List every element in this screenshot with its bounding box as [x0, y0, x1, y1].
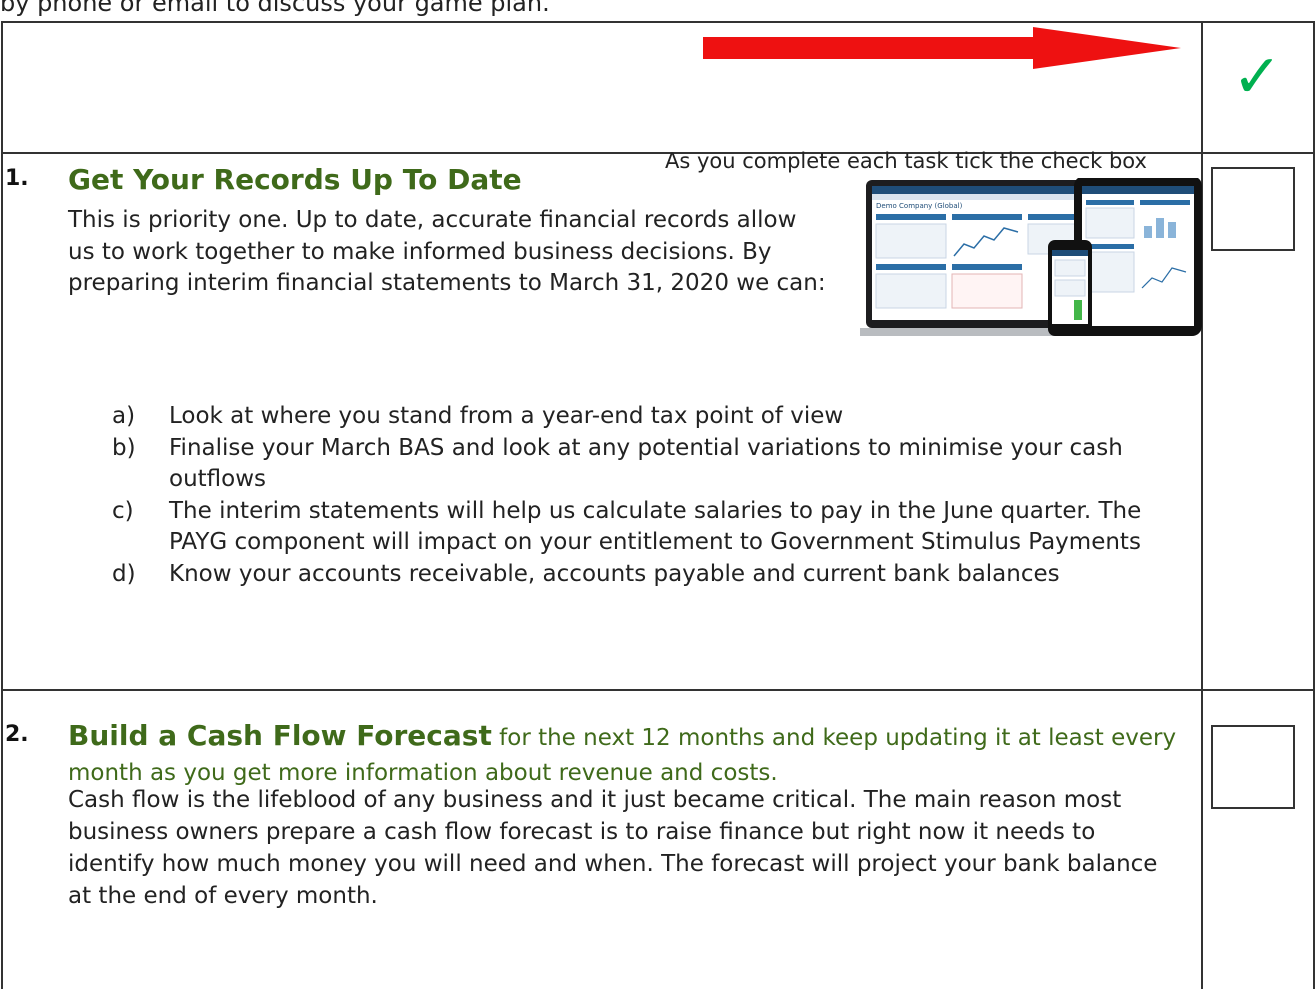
list-item: d) Know your accounts receivable, account…	[112, 560, 1060, 587]
task-checkbox-1[interactable]	[1211, 167, 1295, 251]
task-checkbox-2[interactable]	[1211, 725, 1295, 809]
red-arrow-icon	[703, 27, 1181, 69]
check-mark-icon: ✓	[1232, 42, 1283, 112]
table-border-left	[1, 21, 3, 989]
section-number: 1.	[5, 166, 29, 191]
list-item: b) Finalise your March BAS and look at an…	[112, 434, 1123, 493]
section-title: Build a Cash Flow Forecast for the next …	[68, 719, 1177, 786]
section-intro: This is priority one. Up to date, accura…	[68, 207, 826, 296]
document-page: by phone or email to discuss your game p…	[0, 0, 1316, 989]
section-body: Cash flow is the lifeblood of any busine…	[68, 787, 1158, 909]
list-item: c) The interim statements will help us ca…	[112, 497, 1142, 556]
row-divider-2	[1, 689, 1315, 691]
section-title: Get Your Records Up To Date	[68, 163, 522, 196]
table-border-top	[1, 21, 1315, 23]
task-list: a) Look at where you stand from a year-en…	[112, 401, 1192, 590]
tick-instruction: As you complete each task tick the check…	[665, 149, 1147, 173]
column-divider	[1201, 21, 1203, 989]
intro-line: by phone or email to discuss your game p…	[0, 0, 550, 17]
list-item: a) Look at where you stand from a year-en…	[112, 403, 844, 429]
table-border-right	[1313, 21, 1315, 989]
section-number: 2.	[5, 722, 29, 747]
xero-devices-image: Demo Company (Global)	[860, 178, 1202, 336]
image-title: Demo Company (Global)	[876, 202, 963, 210]
